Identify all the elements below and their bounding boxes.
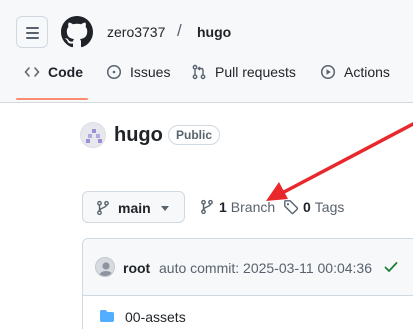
default-avatar-icon — [99, 262, 113, 276]
tab-issues[interactable]: Issues — [106, 64, 170, 98]
tag-count: 0 — [303, 199, 311, 215]
commit-message[interactable]: auto commit: 2025-03-11 00:04:36 — [159, 260, 372, 276]
repo-header: zero3737 / hugo Code Issues Pull request… — [0, 0, 413, 103]
git-branch-icon — [97, 200, 109, 216]
tags-link[interactable]: 0 Tags — [283, 199, 344, 215]
tab-actions-label: Actions — [344, 64, 390, 80]
hamburger-menu-button[interactable] — [16, 16, 48, 48]
tab-issues-label: Issues — [130, 64, 171, 80]
commit-author-avatar[interactable] — [95, 257, 115, 277]
code-icon — [24, 67, 40, 77]
selected-tab-indicator — [16, 98, 88, 100]
hamburger-icon — [26, 27, 39, 29]
branch-count: 1 — [219, 199, 227, 215]
branches-link[interactable]: 1 Branch — [199, 199, 275, 215]
identicon-icon — [86, 129, 102, 143]
play-icon — [320, 64, 336, 80]
tag-label: Tags — [314, 199, 345, 215]
hamburger-line — [26, 37, 39, 39]
file-browser: root auto commit: 2025-03-11 00:04:36 00… — [82, 238, 413, 329]
git-pull-request-icon — [192, 64, 206, 80]
visibility-badge: Public — [168, 125, 221, 145]
git-branch-icon — [201, 199, 213, 215]
branch-label: Branch — [230, 199, 276, 215]
tab-pull-requests-label: Pull requests — [215, 64, 296, 80]
folder-icon — [100, 310, 114, 322]
tab-actions[interactable]: Actions — [320, 64, 390, 98]
owner-link[interactable]: zero3737 — [107, 24, 165, 40]
repo-owner-avatar[interactable] — [80, 122, 106, 148]
current-branch-label: main — [118, 200, 151, 216]
tab-code-label: Code — [48, 64, 83, 80]
hamburger-line — [26, 32, 39, 34]
file-name[interactable]: 00-assets — [125, 309, 186, 325]
github-mark-icon[interactable] — [61, 16, 93, 48]
latest-commit-bar: root auto commit: 2025-03-11 00:04:36 — [83, 239, 413, 296]
tab-code[interactable]: Code — [24, 64, 83, 98]
repo-title[interactable]: hugo — [114, 124, 163, 146]
check-icon[interactable] — [383, 259, 399, 275]
breadcrumb-separator: / — [177, 21, 182, 40]
issue-opened-icon — [106, 64, 122, 80]
commit-author[interactable]: root — [123, 260, 150, 276]
branch-selector-button[interactable]: main — [82, 191, 185, 223]
file-row[interactable]: 00-assets — [83, 296, 413, 329]
chevron-down-icon — [161, 206, 169, 211]
tab-pull-requests[interactable]: Pull requests — [191, 64, 296, 98]
repo-link[interactable]: hugo — [197, 24, 231, 40]
tag-icon — [284, 200, 299, 215]
